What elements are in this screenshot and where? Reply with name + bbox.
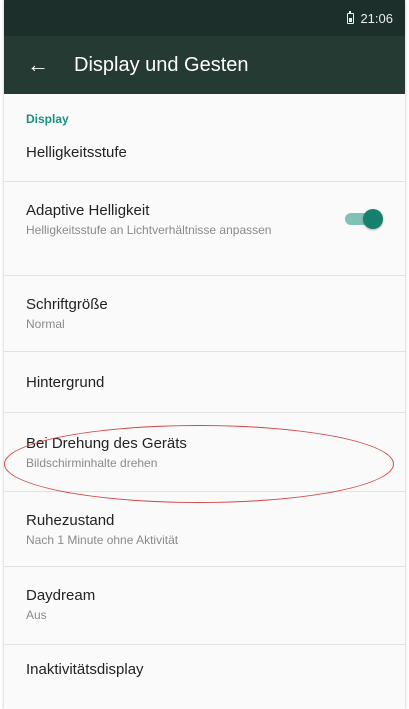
setting-title: Hintergrund xyxy=(26,374,105,391)
phone-screen: 21:06 ← Display und Gesten Display Helli… xyxy=(4,0,405,709)
setting-inaktivitaetsdisplay[interactable]: Inaktivitätsdisplay xyxy=(4,645,405,685)
setting-subtitle: Aus xyxy=(26,608,47,622)
setting-ruhezustand[interactable]: Ruhezustand Nach 1 Minute ohne Aktivität xyxy=(4,492,405,567)
setting-subtitle: Normal xyxy=(26,317,65,331)
setting-title: Bei Drehung des Geräts xyxy=(26,435,187,452)
setting-adaptive-helligkeit[interactable]: Adaptive Helligkeit Helligkeitsstufe an … xyxy=(4,182,405,276)
adaptive-brightness-toggle[interactable] xyxy=(343,209,383,229)
setting-subtitle: Nach 1 Minute ohne Aktivität xyxy=(26,533,179,547)
setting-schriftgroesse[interactable]: Schriftgröße Normal xyxy=(4,276,405,352)
app-bar: ← Display und Gesten xyxy=(4,36,405,94)
setting-helligkeitsstufe[interactable]: Helligkeitsstufe xyxy=(4,132,405,182)
arrow-left-icon[interactable]: ← xyxy=(14,36,62,94)
setting-title: Schriftgröße xyxy=(26,296,108,313)
setting-title: Ruhezustand xyxy=(26,512,115,529)
status-bar: 21:06 xyxy=(4,0,405,36)
status-time: 21:06 xyxy=(360,10,393,26)
section-header-display: Display xyxy=(26,112,69,126)
setting-subtitle: Bildschirminhalte drehen xyxy=(26,456,158,470)
settings-list: Display Helligkeitsstufe Adaptive Hellig… xyxy=(4,94,405,685)
page-title: Display und Gesten xyxy=(74,53,249,76)
setting-subtitle: Helligkeitsstufe an Lichtverhältnisse an… xyxy=(26,223,272,237)
setting-daydream[interactable]: Daydream Aus xyxy=(4,567,405,645)
setting-title: Helligkeitsstufe xyxy=(26,144,127,161)
setting-bei-drehung[interactable]: Bei Drehung des Geräts Bildschirminhalte… xyxy=(4,413,405,492)
setting-title: Inaktivitätsdisplay xyxy=(26,661,144,678)
setting-hintergrund[interactable]: Hintergrund xyxy=(4,352,405,413)
setting-title: Adaptive Helligkeit xyxy=(26,202,150,219)
setting-title: Daydream xyxy=(26,587,96,604)
battery-icon xyxy=(347,10,355,24)
toggle-thumb xyxy=(363,209,383,229)
